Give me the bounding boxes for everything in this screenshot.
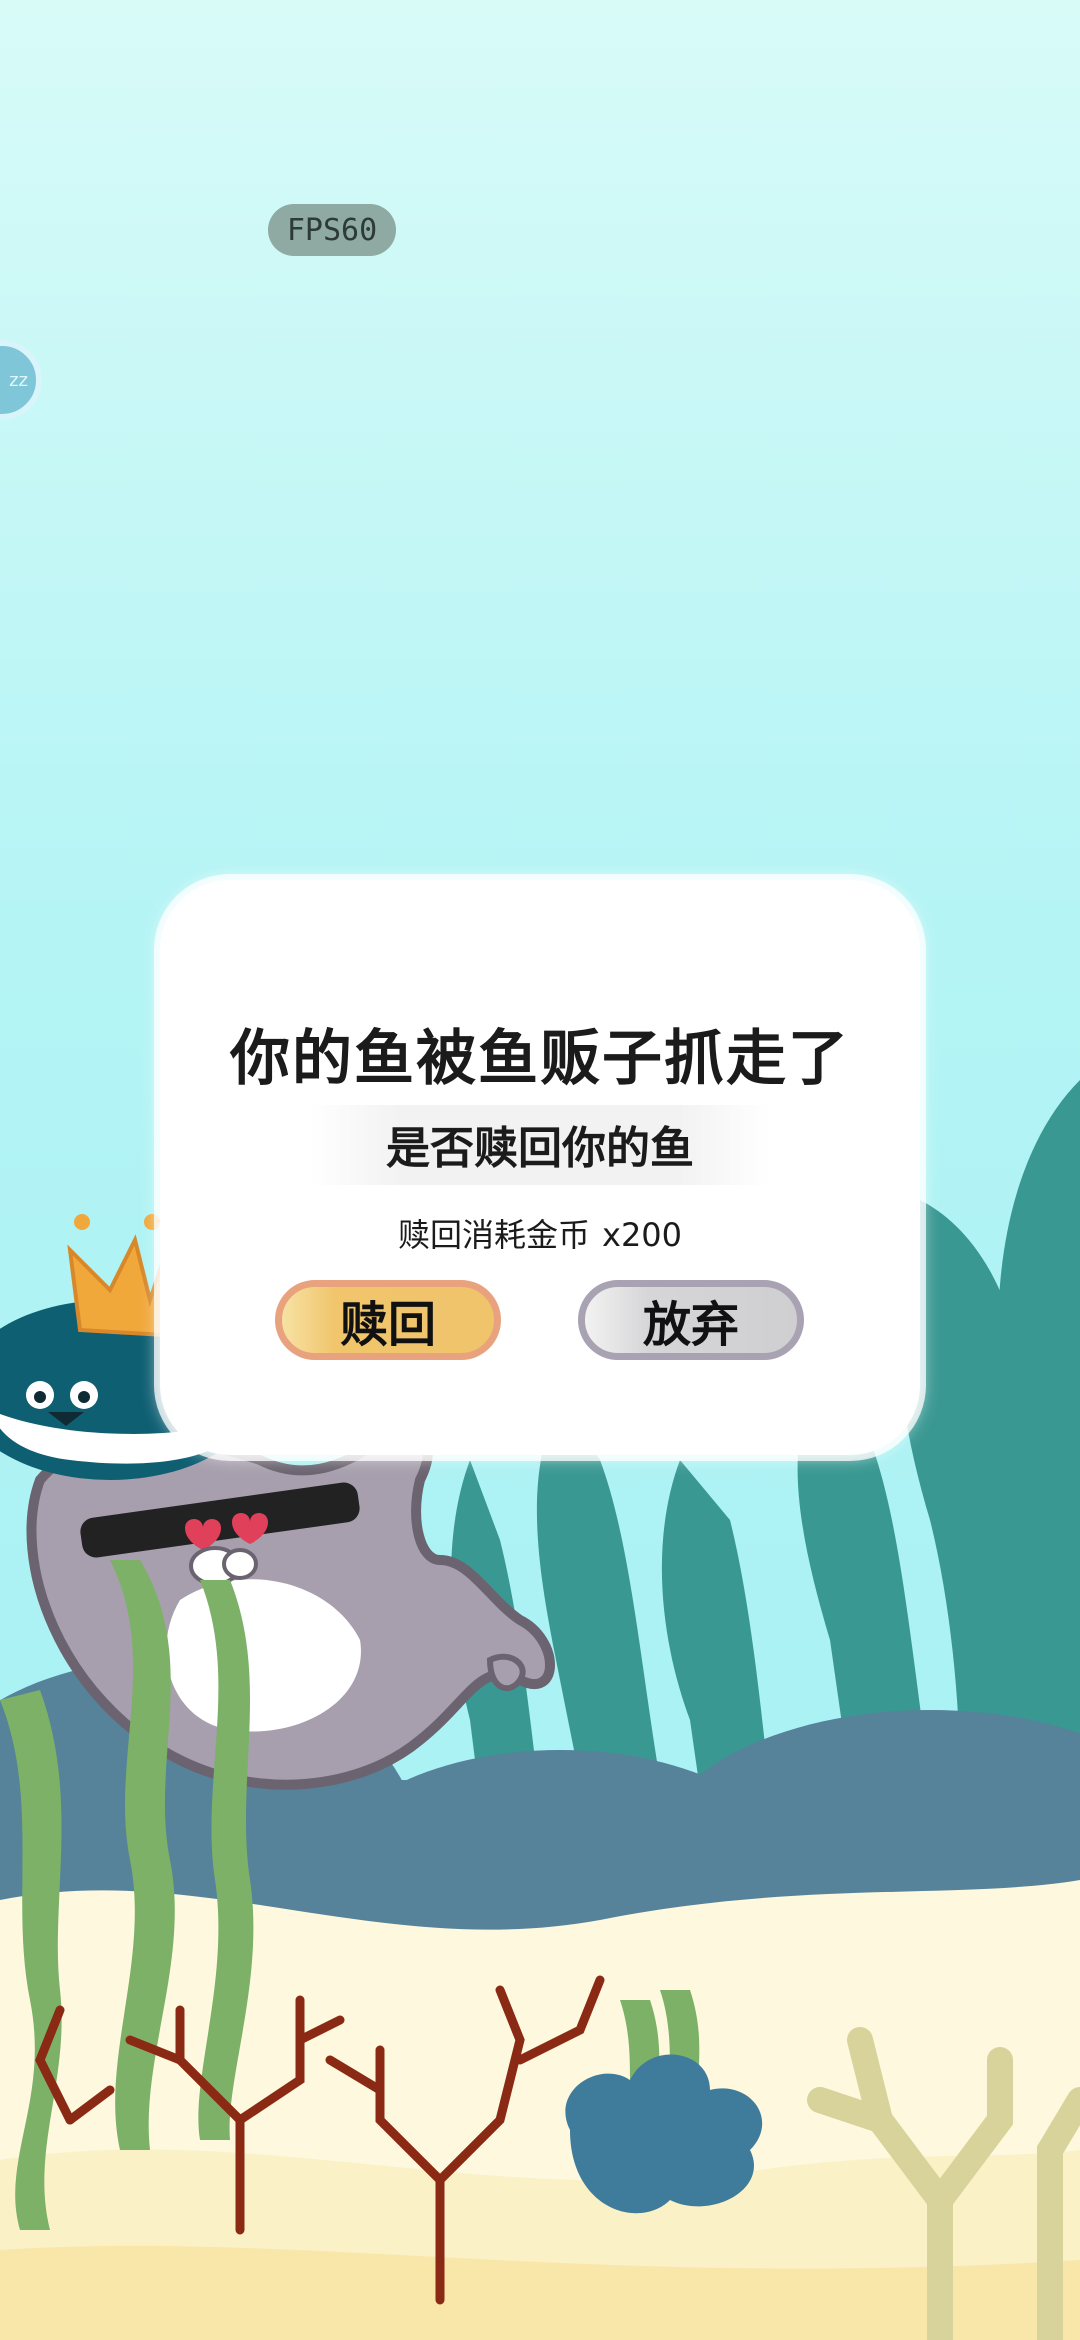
redeem-button[interactable]: 赎回 [275,1280,501,1360]
give-up-button[interactable]: 放弃 [578,1280,804,1360]
ransom-dialog: 你的鱼被鱼贩子抓走了 是否赎回你的鱼 赎回消耗金币 x200 赎回 放弃 [160,880,920,1455]
cost-row: 赎回消耗金币 x200 [160,1210,920,1256]
dialog-question: 是否赎回你的鱼 [386,1123,694,1174]
dialog-title: 你的鱼被鱼贩子抓走了 [230,1024,850,1094]
cost-label: 赎回消耗金币 [397,1216,590,1254]
cost-amount: x200 [602,1216,683,1254]
fps-counter: FPS60 [268,204,396,256]
